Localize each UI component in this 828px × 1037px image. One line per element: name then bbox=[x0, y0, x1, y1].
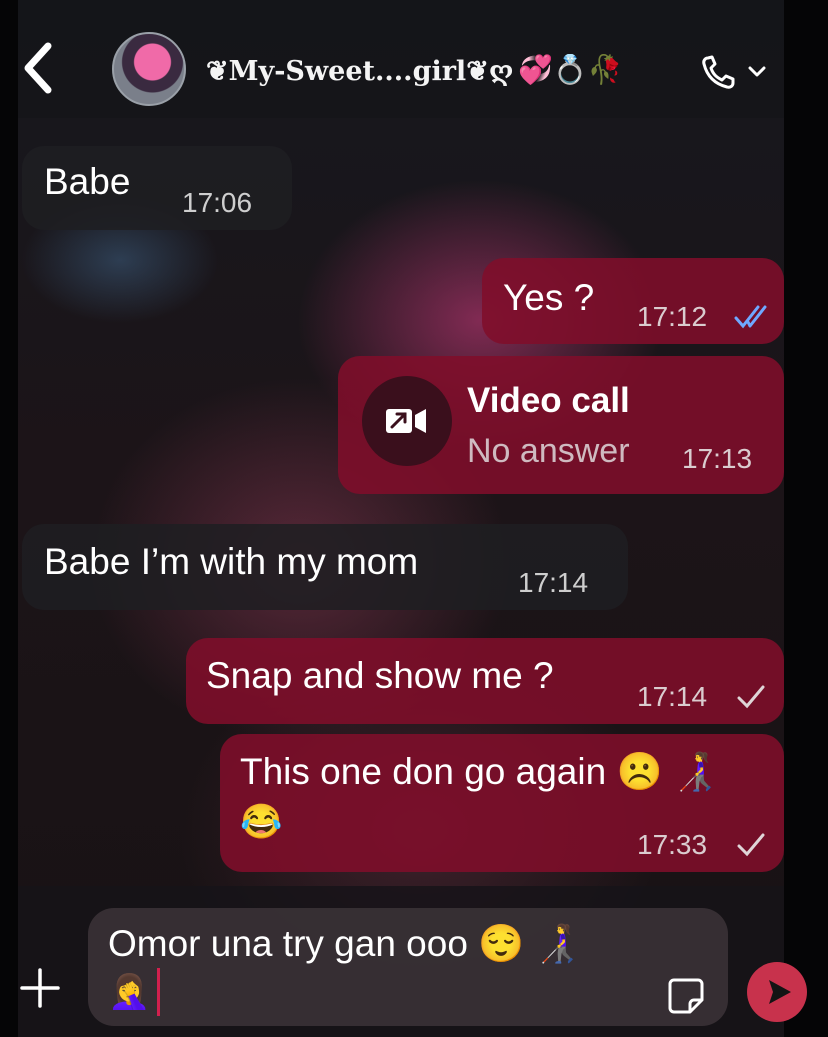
message-text: Yes ? bbox=[503, 277, 595, 318]
message-time: 17:06 bbox=[182, 187, 253, 218]
message-time: 17:14 bbox=[518, 567, 589, 598]
double-check-icon bbox=[734, 304, 778, 335]
message-time: 17:33 bbox=[637, 829, 708, 860]
message-input-text-line2: 🤦‍♀️ bbox=[108, 973, 151, 1011]
message-input-text: Omor una try gan ooo 😌 👩‍🦯 bbox=[108, 923, 581, 964]
plus-icon[interactable] bbox=[18, 966, 62, 1010]
screen-edge-right bbox=[784, 0, 828, 1037]
message-text: This one don go again ☹️ 👩‍🦯 bbox=[240, 751, 719, 792]
message-time: 17:13 bbox=[682, 443, 753, 474]
screen-edge-left bbox=[0, 0, 18, 1037]
chevron-left-icon[interactable] bbox=[20, 40, 60, 96]
check-icon bbox=[736, 684, 766, 715]
avatar[interactable] bbox=[112, 32, 186, 106]
sticker-icon[interactable] bbox=[666, 976, 706, 1016]
check-icon bbox=[736, 832, 766, 863]
contact-name[interactable]: ❦My-Sweet....girl❦ღ bbox=[206, 52, 513, 92]
text-cursor bbox=[157, 968, 160, 1016]
message-text-line2: 😂 bbox=[240, 803, 283, 841]
video-call-status: No answer bbox=[467, 432, 630, 470]
message-time: 17:12 bbox=[637, 301, 708, 332]
message-text: Babe I’m with my mom bbox=[44, 541, 419, 582]
message-text: Babe bbox=[44, 161, 131, 202]
send-icon bbox=[769, 980, 791, 1004]
video-call-icon[interactable] bbox=[362, 376, 452, 466]
send-button[interactable] bbox=[747, 962, 807, 1022]
message-time: 17:14 bbox=[637, 681, 708, 712]
contact-name-emojis: 💞💍🥀 bbox=[518, 54, 623, 85]
phone-icon[interactable] bbox=[700, 54, 770, 90]
video-call-title: Video call bbox=[467, 381, 630, 420]
message-text: Snap and show me ? bbox=[206, 655, 554, 696]
